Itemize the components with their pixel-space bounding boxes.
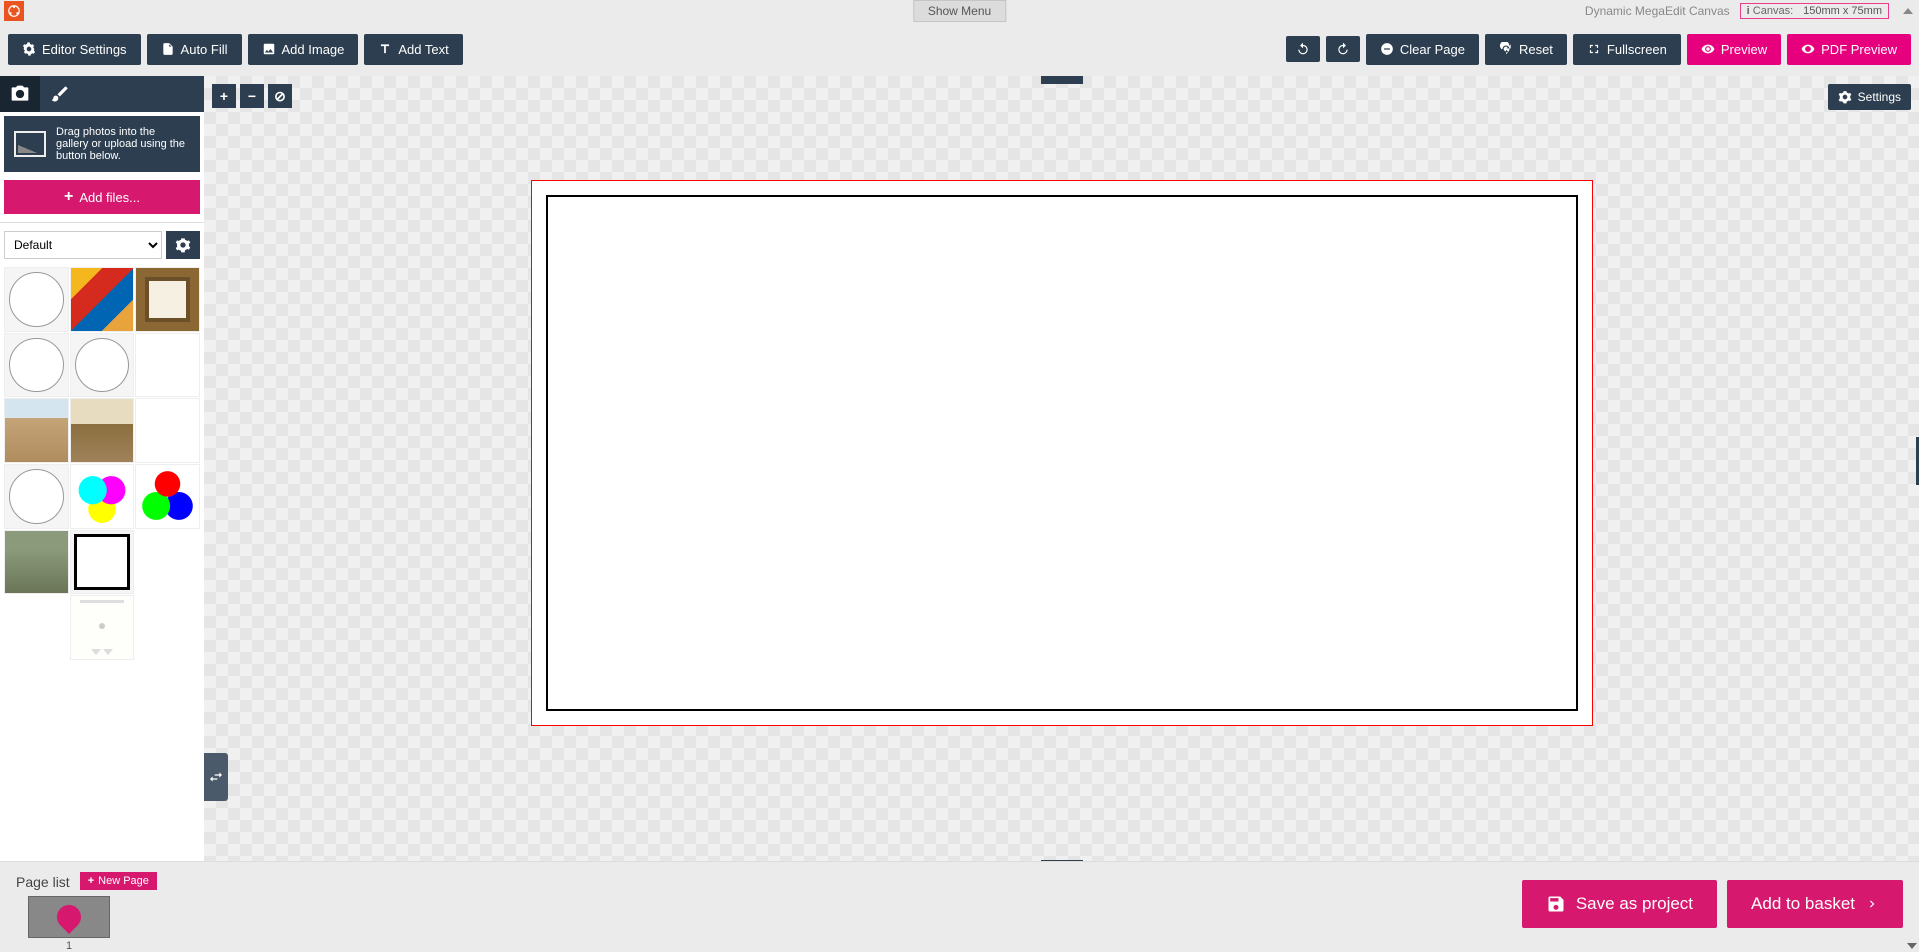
album-settings-button[interactable] — [166, 231, 200, 259]
add-text-button[interactable]: Add Text — [364, 34, 462, 65]
thumbnail-item[interactable] — [4, 530, 69, 595]
canvas-settings-button[interactable]: Settings — [1828, 84, 1911, 110]
brush-tab[interactable] — [40, 76, 80, 112]
thumbnail-item[interactable] — [135, 333, 200, 398]
thumbnail-item[interactable] — [135, 464, 200, 529]
panel-handle-top[interactable] — [1041, 76, 1083, 84]
canvas-bleed-border — [531, 180, 1593, 726]
add-files-button[interactable]: + Add files... — [4, 180, 200, 214]
scroll-indicator-icon — [1907, 943, 1917, 949]
page-thumbnail[interactable]: 1 — [28, 896, 110, 952]
swap-panel-button[interactable] — [204, 753, 228, 801]
canvas-page[interactable] — [546, 195, 1578, 711]
undo-button[interactable] — [1286, 36, 1320, 62]
canvas-info: i Canvas: 150mm x 75mm — [1740, 3, 1889, 19]
clear-page-button[interactable]: Clear Page — [1366, 34, 1479, 65]
pin-icon — [52, 900, 86, 934]
upload-hint: Drag photos into the gallery or upload u… — [4, 116, 200, 172]
sidebar-tabs — [0, 76, 204, 112]
page-number: 1 — [28, 940, 110, 952]
auto-fill-button[interactable]: Auto Fill — [147, 34, 242, 65]
thumbnail-item[interactable] — [70, 530, 135, 595]
thumbnail-item[interactable] — [70, 398, 135, 463]
fullscreen-button[interactable]: Fullscreen — [1573, 34, 1681, 65]
page-list-label: Page list — [16, 874, 70, 890]
zoom-reset-button[interactable]: ⊘ — [268, 84, 292, 108]
thumbnail-grid — [0, 267, 204, 660]
canvas-wrap — [531, 180, 1593, 726]
zoom-out-button[interactable]: − — [240, 84, 264, 108]
add-image-button[interactable]: Add Image — [248, 34, 359, 65]
zoom-in-button[interactable]: + — [212, 84, 236, 108]
canvas-area[interactable]: + − ⊘ Settings — [204, 76, 1919, 861]
redo-button[interactable] — [1326, 36, 1360, 62]
save-project-button[interactable]: Save as project — [1522, 880, 1717, 928]
thumbnail-item[interactable] — [70, 267, 135, 332]
app-title: Dynamic MegaEdit Canvas — [1585, 4, 1730, 18]
thumbnail-item[interactable] — [4, 398, 69, 463]
photos-tab[interactable] — [0, 76, 40, 112]
thumbnail-item[interactable] — [70, 464, 135, 529]
reset-button[interactable]: Reset — [1485, 34, 1567, 65]
thumbnail-item[interactable] — [4, 333, 69, 398]
new-page-button[interactable]: + New Page — [80, 872, 157, 890]
image-icon — [14, 131, 46, 157]
sidebar: Drag photos into the gallery or upload u… — [0, 76, 204, 861]
thumbnail-item[interactable] — [70, 333, 135, 398]
thumbnail-item[interactable] — [135, 398, 200, 463]
top-bar: Show Menu Dynamic MegaEdit Canvas i Canv… — [0, 0, 1919, 22]
pdf-preview-button[interactable]: PDF Preview — [1787, 34, 1911, 65]
main-toolbar: Editor Settings Auto Fill Add Image Add … — [0, 22, 1919, 76]
thumbnail-item[interactable] — [135, 267, 200, 332]
show-menu-button[interactable]: Show Menu — [913, 0, 1006, 22]
bottom-bar: Page list + New Page 1 Save as project A… — [0, 861, 1919, 951]
thumbnail-item[interactable] — [4, 464, 69, 529]
add-to-basket-button[interactable]: Add to basket — [1727, 880, 1903, 928]
thumbnail-item[interactable] — [4, 267, 69, 332]
thumbnail-item[interactable] — [70, 595, 135, 660]
preview-button[interactable]: Preview — [1687, 34, 1781, 65]
collapse-arrow-icon[interactable] — [1903, 8, 1913, 14]
editor-settings-button[interactable]: Editor Settings — [8, 34, 141, 65]
main-area: Drag photos into the gallery or upload u… — [0, 76, 1919, 861]
album-select[interactable]: Default — [4, 231, 162, 259]
app-icon — [4, 1, 24, 21]
